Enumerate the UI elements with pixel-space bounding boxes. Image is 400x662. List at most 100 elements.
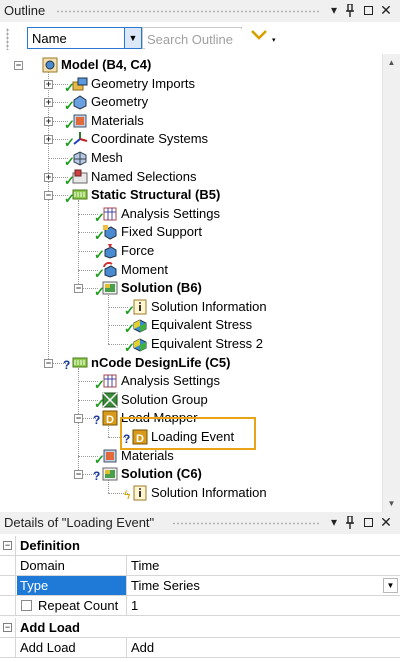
titlebar-grip[interactable] [56, 10, 320, 13]
maximize-icon[interactable] [360, 514, 376, 530]
collapse-icon[interactable]: − [74, 284, 83, 294]
tree-node-label: nCode DesignLife (C5) [91, 354, 231, 370]
tree-node-label: Fixed Support [121, 224, 202, 240]
tree-node-materials[interactable]: + ✓ Materials [0, 112, 383, 131]
question-icon: ? [93, 413, 101, 428]
property-value: Time [131, 558, 160, 573]
tree-node-solution-information-c6[interactable]: ϟ Solution Information [0, 484, 383, 502]
chevron-down-icon[interactable]: ▼ [383, 578, 398, 593]
chevron-down-icon[interactable]: ▼ [124, 28, 141, 48]
section-definition[interactable]: − Definition [0, 536, 400, 556]
tree-node-force[interactable]: ✓ Force [0, 242, 383, 261]
search-outline-box[interactable] [142, 27, 243, 49]
tree-node-fixed-support[interactable]: ✓ Fixed Support [0, 223, 383, 242]
loading-event-highlight [120, 417, 256, 450]
solution-information-icon [132, 485, 148, 501]
tree-node-solution-c6[interactable]: −? Solution (C6) [0, 465, 383, 483]
pin-icon[interactable] [342, 2, 358, 18]
property-value[interactable]: Add [128, 638, 400, 657]
expand-icon[interactable]: + [44, 79, 53, 89]
tree-node-static-structural[interactable]: − ✓ Static Structural (B5) [0, 186, 383, 205]
details-title: Details of "Loading Event" [4, 515, 155, 530]
expand-icon[interactable]: + [44, 135, 53, 145]
tree-node-equivalent-stress[interactable]: ✓ Equivalent Stress [0, 316, 383, 335]
outline-scrollbar[interactable]: ▲ ▼ [382, 54, 400, 512]
collapse-icon[interactable]: − [74, 470, 83, 480]
outline-titlebar: Outline ▾ ✕ [0, 0, 400, 22]
materials-icon [72, 113, 88, 129]
type-select[interactable]: Time Series ▼ [128, 576, 400, 595]
close-icon[interactable]: ✕ [378, 514, 394, 530]
tree-node-geometry-imports[interactable]: + ✓ Geometry Imports [0, 75, 383, 94]
property-row-type[interactable]: Type Time Series ▼ [0, 576, 400, 596]
details-titlebar: Details of "Loading Event" ▾ ✕ [0, 512, 400, 534]
tree-node-ncode-designlife[interactable]: −? nCode DesignLife (C5) [0, 354, 383, 372]
property-value: Time Series [131, 578, 200, 593]
force-icon [102, 243, 118, 259]
tree-node-label: Solution (B6) [121, 280, 202, 296]
collapse-icon[interactable]: − [74, 414, 83, 424]
section-label: Add Load [20, 620, 80, 635]
solution-icon [102, 280, 118, 296]
tree-node-solution-group[interactable]: ✓ Solution Group [0, 391, 383, 410]
property-name: Type [17, 576, 127, 595]
expand-icon[interactable]: + [44, 172, 53, 182]
close-icon[interactable]: ✕ [378, 2, 394, 18]
tree-node-named-selections[interactable]: + ✓ Named Selections [0, 168, 383, 187]
tree-node-solution-b6[interactable]: − ✓ Solution (B6) [0, 279, 383, 298]
repeat-count-checkbox[interactable] [21, 600, 32, 611]
property-name: Domain [17, 556, 127, 575]
tree-node-label: Static Structural (B5) [91, 187, 221, 203]
tree-node-equivalent-stress-2[interactable]: ✓ Equivalent Stress 2 [0, 335, 383, 354]
lightning-icon: ϟ [124, 487, 131, 502]
tree-node-model[interactable]: − Model (B4, C4) [0, 56, 383, 74]
filter-type-value: Name [32, 31, 67, 46]
tree-node-label: Geometry Imports [91, 75, 196, 91]
question-icon: ? [63, 357, 71, 372]
named-selections-icon [72, 169, 88, 185]
filter-dropdown-icon[interactable]: ▾ [272, 36, 280, 44]
expand-icon[interactable]: + [44, 116, 53, 126]
tree-node-coordinate-systems[interactable]: + ✓ Coordinate Systems [0, 130, 383, 149]
tree-node-analysis-settings-c5[interactable]: ✓ Analysis Settings [0, 372, 383, 391]
collapse-icon[interactable]: − [44, 358, 53, 368]
details-panel: Details of "Loading Event" ▾ ✕ − Definit… [0, 512, 400, 662]
tree-node-solution-information-b6[interactable]: ✓ Solution Information [0, 298, 383, 317]
tree-node-mesh[interactable]: ✓ Mesh [0, 149, 383, 168]
tree-node-label: Solution Group [121, 391, 208, 407]
tree-node-moment[interactable]: ✓ Moment [0, 261, 383, 280]
property-row-repeat-count[interactable]: Repeat Count 1 [0, 596, 400, 616]
pin-icon[interactable] [342, 514, 358, 530]
equivalent-stress-icon [132, 317, 148, 333]
property-name: Repeat Count [38, 598, 119, 613]
tree-node-label: Solution Information [151, 484, 267, 500]
analysis-settings-icon [102, 373, 118, 389]
collapse-icon[interactable]: − [44, 191, 53, 201]
tree-node-label: Named Selections [91, 168, 197, 184]
property-row-domain[interactable]: Domain Time [0, 556, 400, 576]
property-value[interactable]: 1 [128, 596, 400, 615]
expand-icon[interactable]: + [44, 98, 53, 108]
search-outline-input[interactable] [145, 29, 243, 49]
geometry-icon [72, 94, 88, 110]
titlebar-grip[interactable] [172, 522, 320, 525]
dropdown-arrow-icon[interactable]: ▾ [326, 514, 342, 530]
scroll-down-icon[interactable]: ▼ [383, 495, 400, 512]
toolbar-grip[interactable] [6, 28, 9, 50]
mesh-icon [72, 150, 88, 166]
collapse-icon[interactable]: − [14, 61, 23, 70]
tree-node-analysis-settings-b5[interactable]: ✓ Analysis Settings [0, 205, 383, 224]
collapse-icon[interactable]: − [3, 541, 12, 550]
tree-node-geometry[interactable]: + ✓ Geometry [0, 93, 383, 112]
maximize-icon[interactable] [360, 2, 376, 18]
property-row-add-load[interactable]: Add Load Add [0, 638, 400, 658]
scroll-up-icon[interactable]: ▲ [383, 54, 400, 71]
coordinate-systems-icon [72, 131, 88, 147]
filter-type-combobox[interactable]: Name ▼ [27, 27, 142, 49]
dropdown-arrow-icon[interactable]: ▾ [326, 2, 342, 18]
collapse-icon[interactable]: − [3, 623, 12, 632]
section-add-load[interactable]: − Add Load [0, 618, 400, 638]
tree-node-label: Solution Information [151, 298, 267, 314]
svg-text:D: D [106, 414, 114, 426]
filter-chevron-icon[interactable] [250, 28, 272, 48]
